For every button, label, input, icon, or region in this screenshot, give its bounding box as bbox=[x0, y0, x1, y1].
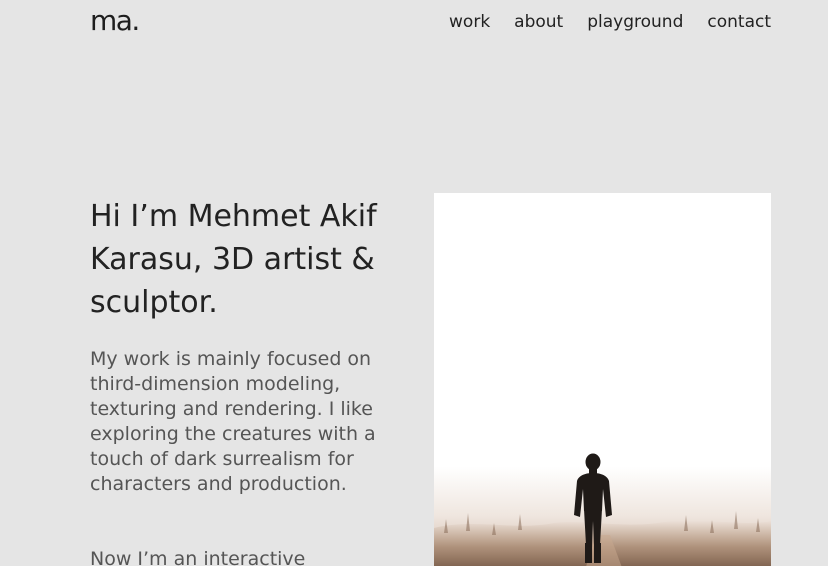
hero-image bbox=[434, 193, 771, 566]
hero-title: Hi I’m Mehmet Akif Karasu, 3D artist & s… bbox=[90, 199, 377, 320]
logo-link[interactable]: ma. bbox=[90, 4, 140, 38]
page: ma. work about playground contact Hi I’m… bbox=[0, 0, 828, 566]
hero-paragraph-intro: My work is mainly focused on third-dimen… bbox=[90, 348, 376, 495]
nav-link-about[interactable]: about bbox=[514, 10, 563, 34]
main-nav: work about playground contact bbox=[449, 10, 771, 34]
hero-paragraph-current: Now I’m an interactive bbox=[90, 548, 306, 566]
nav-link-work[interactable]: work bbox=[449, 10, 490, 34]
nav-link-playground[interactable]: playground bbox=[587, 10, 683, 34]
foggy-walker-illustration bbox=[434, 193, 771, 566]
nav-link-contact[interactable]: contact bbox=[707, 10, 771, 34]
